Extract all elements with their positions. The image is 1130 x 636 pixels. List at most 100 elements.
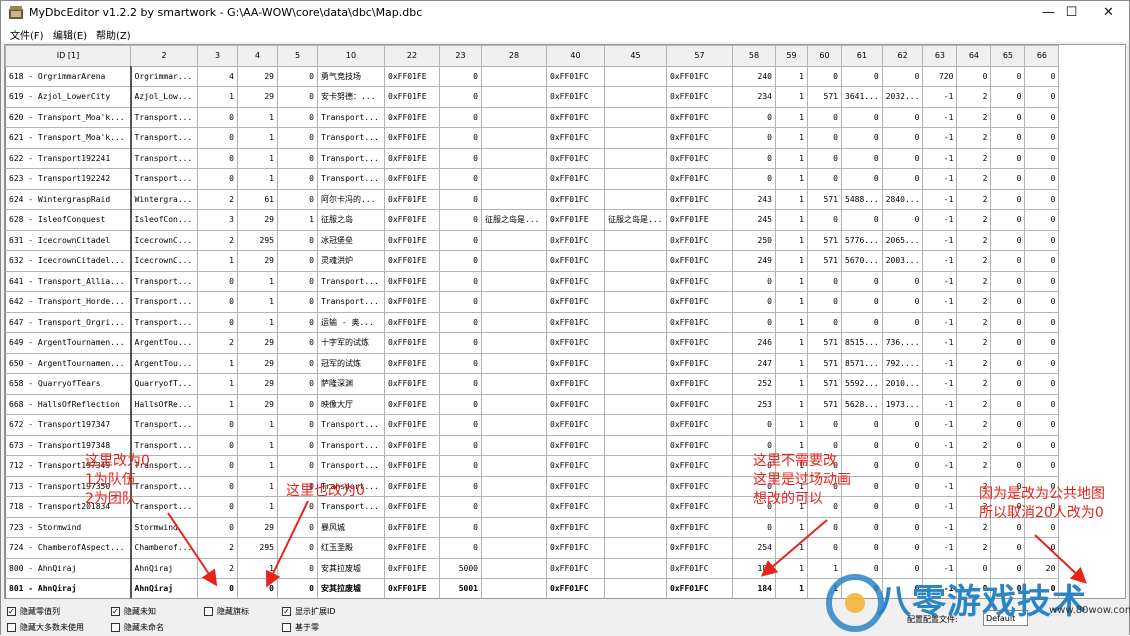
table-cell[interactable]: 0	[197, 106, 238, 128]
row-header[interactable]: 724 - ChamberofAspect...	[5, 537, 132, 559]
table-cell[interactable]: Transport...	[317, 455, 385, 477]
table-cell[interactable]: 0	[881, 414, 924, 436]
table-cell[interactable]: 0	[439, 106, 482, 128]
table-cell[interactable]	[481, 147, 547, 169]
table-cell[interactable]: 0xFF01FC	[666, 106, 733, 128]
table-cell[interactable]: 1	[775, 250, 808, 272]
table-cell[interactable]: 1	[775, 270, 808, 292]
table-cell[interactable]: 0	[807, 127, 842, 149]
table-cell[interactable]: 灵魂洪炉	[317, 250, 385, 272]
table-cell[interactable]: 1	[775, 373, 808, 395]
row-header[interactable]: 649 - ArgentTournamen...	[5, 332, 132, 354]
table-cell[interactable]: 1	[237, 475, 278, 497]
table-cell[interactable]: 0	[990, 434, 1026, 456]
row-header[interactable]: 620 - Transport_Moa'k...	[5, 106, 132, 128]
table-cell[interactable]: 0	[990, 537, 1026, 559]
table-cell[interactable]: 250	[732, 229, 776, 251]
table-cell[interactable]: 2	[956, 106, 992, 128]
table-cell[interactable]: 1	[775, 147, 808, 169]
table-cell[interactable]: 0	[841, 270, 883, 292]
table-cell[interactable]: 0	[439, 86, 482, 108]
table-cell[interactable]: 571	[807, 373, 842, 395]
table-cell[interactable]: Orgrimmar...	[130, 65, 198, 87]
table-cell[interactable]: 0xFF01FC	[546, 229, 605, 251]
table-cell[interactable]: 61	[237, 188, 278, 210]
table-cell[interactable]: 0xFF01FC	[666, 475, 733, 497]
table-cell[interactable]: 红玉圣殿	[317, 537, 385, 559]
table-cell[interactable]: 0xFF01FC	[666, 455, 733, 477]
table-row[interactable]: 623 - Transport192242 Transport... 0 1 0 Tran…	[5, 168, 1060, 190]
table-cell[interactable]: 0	[732, 106, 776, 128]
table-cell[interactable]: 0	[439, 270, 482, 292]
table-cell[interactable]: 29	[237, 373, 278, 395]
table-cell[interactable]: 0xFF01FE	[666, 209, 733, 231]
table-cell[interactable]: Transport...	[317, 270, 385, 292]
table-cell[interactable]: 0	[277, 557, 318, 579]
table-cell[interactable]: 0xFF01FC	[546, 557, 605, 579]
table-cell[interactable]: 246	[732, 332, 776, 354]
table-cell[interactable]: 0xFF01FE	[384, 270, 440, 292]
table-cell[interactable]: 253	[732, 393, 776, 415]
table-cell[interactable]: 0	[197, 127, 238, 149]
table-cell[interactable]: 0xFF01FC	[546, 373, 605, 395]
table-cell[interactable]: 0xFF01FC	[666, 434, 733, 456]
table-cell[interactable]: 2840...	[881, 188, 924, 210]
table-cell[interactable]: 8515...	[841, 332, 883, 354]
table-row[interactable]: 641 - Transport_Allia... Transport... 0 1 0 T…	[5, 270, 1060, 292]
table-cell[interactable]: 0	[197, 291, 238, 313]
hide-flags-checkbox[interactable]: 隐藏旗标	[204, 606, 249, 617]
table-cell[interactable]: 0	[990, 311, 1026, 333]
column-header[interactable]: 61	[841, 45, 883, 67]
table-cell[interactable]: 0xFF01FC	[546, 516, 605, 538]
table-cell[interactable]: 0	[197, 434, 238, 456]
table-cell[interactable]: 1	[775, 393, 808, 415]
table-cell[interactable]: 0xFF01FE	[384, 65, 440, 87]
table-cell[interactable]: Transport...	[317, 291, 385, 313]
table-cell[interactable]: 十字军的试炼	[317, 332, 385, 354]
table-cell[interactable]: 0xFF01FC	[546, 578, 605, 598]
table-cell[interactable]: Transport...	[130, 291, 198, 313]
show-extended-id-checkbox[interactable]: ✓ 显示扩展ID	[282, 606, 336, 617]
table-cell[interactable]: 0xFF01FC	[666, 270, 733, 292]
table-cell[interactable]: 1	[237, 270, 278, 292]
table-cell[interactable]: 1	[237, 168, 278, 190]
table-cell[interactable]: 0xFF01FE	[384, 537, 440, 559]
table-cell[interactable]: 1	[197, 352, 238, 374]
table-cell[interactable]: 0xFF01FE	[384, 106, 440, 128]
table-cell[interactable]: 0	[807, 168, 842, 190]
table-cell[interactable]: 0	[881, 147, 924, 169]
table-cell[interactable]: 2	[956, 270, 992, 292]
table-cell[interactable]: 0	[277, 578, 318, 598]
table-row[interactable]: 618 - OrgrimmarArena Orgrimmar... 4 29 0 勇气竞技…	[5, 65, 1060, 87]
table-cell[interactable]: 1	[775, 106, 808, 128]
table-cell[interactable]: 0	[277, 229, 318, 251]
table-cell[interactable]	[481, 557, 547, 579]
table-cell[interactable]: 0xFF01FC	[666, 578, 733, 598]
table-cell[interactable]: 0xFF01FC	[666, 393, 733, 415]
table-cell[interactable]: 0	[277, 188, 318, 210]
table-cell[interactable]: 0	[197, 475, 238, 497]
table-cell[interactable]: 0	[197, 168, 238, 190]
table-row[interactable]: 622 - Transport192241 Transport... 0 1 0 Tran…	[5, 147, 1060, 169]
table-cell[interactable]: 1973...	[881, 393, 924, 415]
column-header[interactable]: 57	[666, 45, 733, 67]
table-cell[interactable]: 0xFF01FC	[666, 496, 733, 518]
table-cell[interactable]: 0	[1024, 270, 1060, 292]
table-cell[interactable]: 252	[732, 373, 776, 395]
table-cell[interactable]: 571	[807, 352, 842, 374]
table-cell[interactable]: 0xFF01FE	[384, 496, 440, 518]
table-cell[interactable]: 0	[1024, 373, 1060, 395]
table-cell[interactable]: 勇气竞技场	[317, 65, 385, 87]
table-cell[interactable]: -1	[922, 188, 958, 210]
table-cell[interactable]: 0xFF01FC	[546, 455, 605, 477]
table-cell[interactable]: 0	[1024, 291, 1060, 313]
table-cell[interactable]: Transport...	[130, 414, 198, 436]
table-cell[interactable]: 1	[237, 434, 278, 456]
table-cell[interactable]: 0	[732, 311, 776, 333]
table-cell[interactable]: 0xFF01FC	[666, 127, 733, 149]
table-cell[interactable]: 1	[775, 229, 808, 251]
table-cell[interactable]: 1	[237, 414, 278, 436]
table-cell[interactable]: 0	[197, 496, 238, 518]
table-row[interactable]: 724 - ChamberofAspect... Chamberof... 2 295…	[5, 537, 1060, 559]
table-cell[interactable]: 0	[990, 270, 1026, 292]
